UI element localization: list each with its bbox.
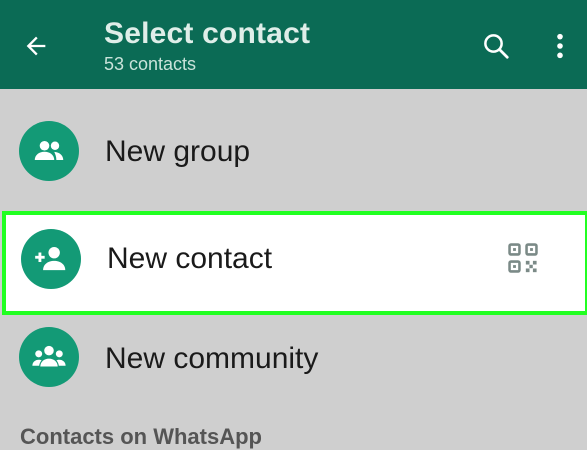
search-icon <box>484 34 509 59</box>
community-avatar <box>19 327 79 387</box>
contact-avatar <box>21 229 81 289</box>
new-community-label: New community <box>105 342 319 375</box>
new-community-item[interactable]: New community <box>0 307 587 411</box>
new-contact-item[interactable]: New contact <box>2 211 587 315</box>
page-title: Select contact <box>104 17 311 50</box>
new-group-label: New group <box>105 135 251 168</box>
contact-count: 53 contacts <box>104 54 197 74</box>
group-icon <box>34 140 64 160</box>
qr-code-button[interactable] <box>504 239 542 277</box>
add-person-icon <box>35 246 66 271</box>
new-group-item[interactable]: New group <box>0 100 587 204</box>
new-contact-label: New contact <box>107 242 273 275</box>
arrow-left-icon <box>26 36 46 56</box>
qr-code-icon <box>508 243 538 273</box>
back-button[interactable] <box>18 28 54 64</box>
group-avatar <box>19 121 79 181</box>
app-bar: Select contact 53 contacts <box>0 0 587 89</box>
title-block: Select contact 53 contacts <box>104 16 310 75</box>
more-options-button[interactable] <box>546 28 574 64</box>
more-vertical-icon <box>557 33 563 59</box>
section-header: Contacts on WhatsApp <box>20 424 262 449</box>
search-button[interactable] <box>478 28 514 64</box>
community-icon <box>32 345 66 367</box>
